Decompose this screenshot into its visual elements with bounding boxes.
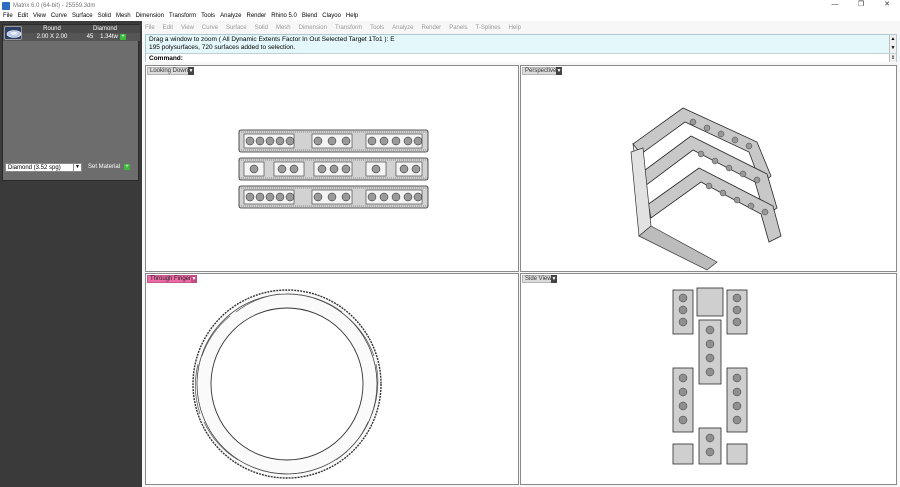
gem-size: 2.00 X 2.00 [36,34,68,40]
menu-edit[interactable]: Edit [18,13,28,19]
gem-table-header: Round Diamond [3,25,140,33]
material-select[interactable]: Diamond (3.52 spg) ▼ [5,163,82,172]
command-history-line-1: Drag a window to zoom ( All Dynamic Exte… [149,36,395,43]
menu-view[interactable]: View [33,13,46,19]
menu-curve[interactable]: Curve [51,13,67,19]
submenu-tools[interactable]: Tools [370,25,384,31]
menu-rhino[interactable]: Rhino 5.0 [271,13,297,19]
minimize-button[interactable]: — [822,0,848,11]
gem-add-button[interactable]: + [120,34,126,40]
submenu-view[interactable]: View [181,25,194,31]
menu-solid[interactable]: Solid [98,13,111,19]
command-history-line-2: 195 polysurfaces, 720 surfaces added to … [149,44,296,51]
menu-transform[interactable]: Transform [169,13,196,19]
ring-perspective-view [630,107,782,271]
command-area: Drag a window to zoom ( All Dynamic Exte… [145,34,897,62]
submenu-curve[interactable]: Curve [202,25,218,31]
gem-table-row[interactable]: 2.00 X 2.00 45 1.34tw + [3,33,140,41]
menu-file[interactable]: File [3,13,13,19]
menu-analyze[interactable]: Analyze [220,13,241,19]
plugin-menu-bar: File Edit View Curve Surface Solid Mesh … [145,22,529,33]
set-material-button[interactable]: Set Material [88,163,120,172]
chevron-down-icon[interactable]: ▼ [556,67,562,75]
menu-tools[interactable]: Tools [201,13,215,19]
gem-count: 45 [86,34,94,40]
gem-header-shape: Round [43,26,61,32]
material-add-button[interactable]: + [124,164,130,170]
submenu-help[interactable]: Help [509,25,521,31]
submenu-surface[interactable]: Surface [226,25,247,31]
menu-blend[interactable]: Blend [302,13,317,19]
left-panel: Round Diamond 2.00 X 2.00 45 1.34tw + Di… [0,21,142,487]
command-prompt: Command: [149,55,183,62]
viewport-label-through-finger[interactable]: Through Finger [147,275,195,283]
chevron-down-icon[interactable]: ▼ [188,67,194,75]
submenu-edit[interactable]: Edit [163,25,173,31]
command-input-spinner[interactable]: ⇕ [889,54,896,62]
menu-render[interactable]: Render [247,13,267,19]
viewport-label-perspective[interactable]: Perspective [522,67,560,75]
menu-bar: File Edit View Curve Surface Solid Mesh … [0,11,900,21]
chevron-down-icon[interactable]: ▼ [73,164,81,171]
workspace: File Edit View Curve Surface Solid Mesh … [142,21,900,487]
menu-surface[interactable]: Surface [72,13,93,19]
submenu-dimension[interactable]: Dimension [299,25,327,31]
maximize-button[interactable]: ❐ [848,0,874,11]
viewport-side-view[interactable]: Side View ▼ [520,273,897,485]
material-row: Diamond (3.52 spg) ▼ Set Material + [5,163,135,173]
submenu-mesh[interactable]: Mesh [276,25,291,31]
submenu-file[interactable]: File [145,25,155,31]
title-bar: Matrix 6.0 (64-bit) - 25559.3dm — ❐ ✕ [0,0,900,11]
gem-weight: 1.34tw [100,34,118,40]
gem-table: Round Diamond 2.00 X 2.00 45 1.34tw + [2,24,140,181]
ring-side-view [672,287,748,465]
submenu-render[interactable]: Render [422,25,442,31]
menu-mesh[interactable]: Mesh [116,13,131,19]
submenu-panels[interactable]: Panels [449,25,467,31]
app-icon [2,1,10,10]
command-input[interactable]: Command: ⇕ [146,53,896,62]
viewport-perspective[interactable]: Perspective ▼ [520,65,897,272]
command-scrollbar[interactable]: ▲ ▼ [889,35,896,53]
submenu-transform[interactable]: Transform [335,25,362,31]
menu-clayoo[interactable]: Clayoo [322,13,341,19]
round-gem-icon [6,30,22,38]
viewport-label-looking-down[interactable]: Looking Down [147,67,192,75]
window-title: Matrix 6.0 (64-bit) - 25559.3dm [13,2,96,9]
submenu-solid[interactable]: Solid [255,25,268,31]
ring-front-view [192,289,382,479]
material-select-value: Diamond (3.52 spg) [8,165,61,171]
submenu-tsplines[interactable]: T-Splines [476,25,501,31]
chevron-down-icon[interactable]: ▼ [191,275,197,283]
menu-help[interactable]: Help [346,13,358,19]
chevron-down-icon[interactable]: ▼ [551,275,557,283]
submenu-analyze[interactable]: Analyze [392,25,413,31]
close-button[interactable]: ✕ [874,0,900,11]
gem-thumbnail [4,26,22,40]
viewport-looking-down[interactable]: Looking Down ▼ [145,65,519,272]
gem-header-stone: Diamond [92,26,117,32]
viewport-label-side-view[interactable]: Side View [522,275,555,283]
ring-top-view [238,129,429,209]
menu-dimension[interactable]: Dimension [136,13,164,19]
viewport-through-finger[interactable]: Through Finger ▼ [145,273,519,485]
